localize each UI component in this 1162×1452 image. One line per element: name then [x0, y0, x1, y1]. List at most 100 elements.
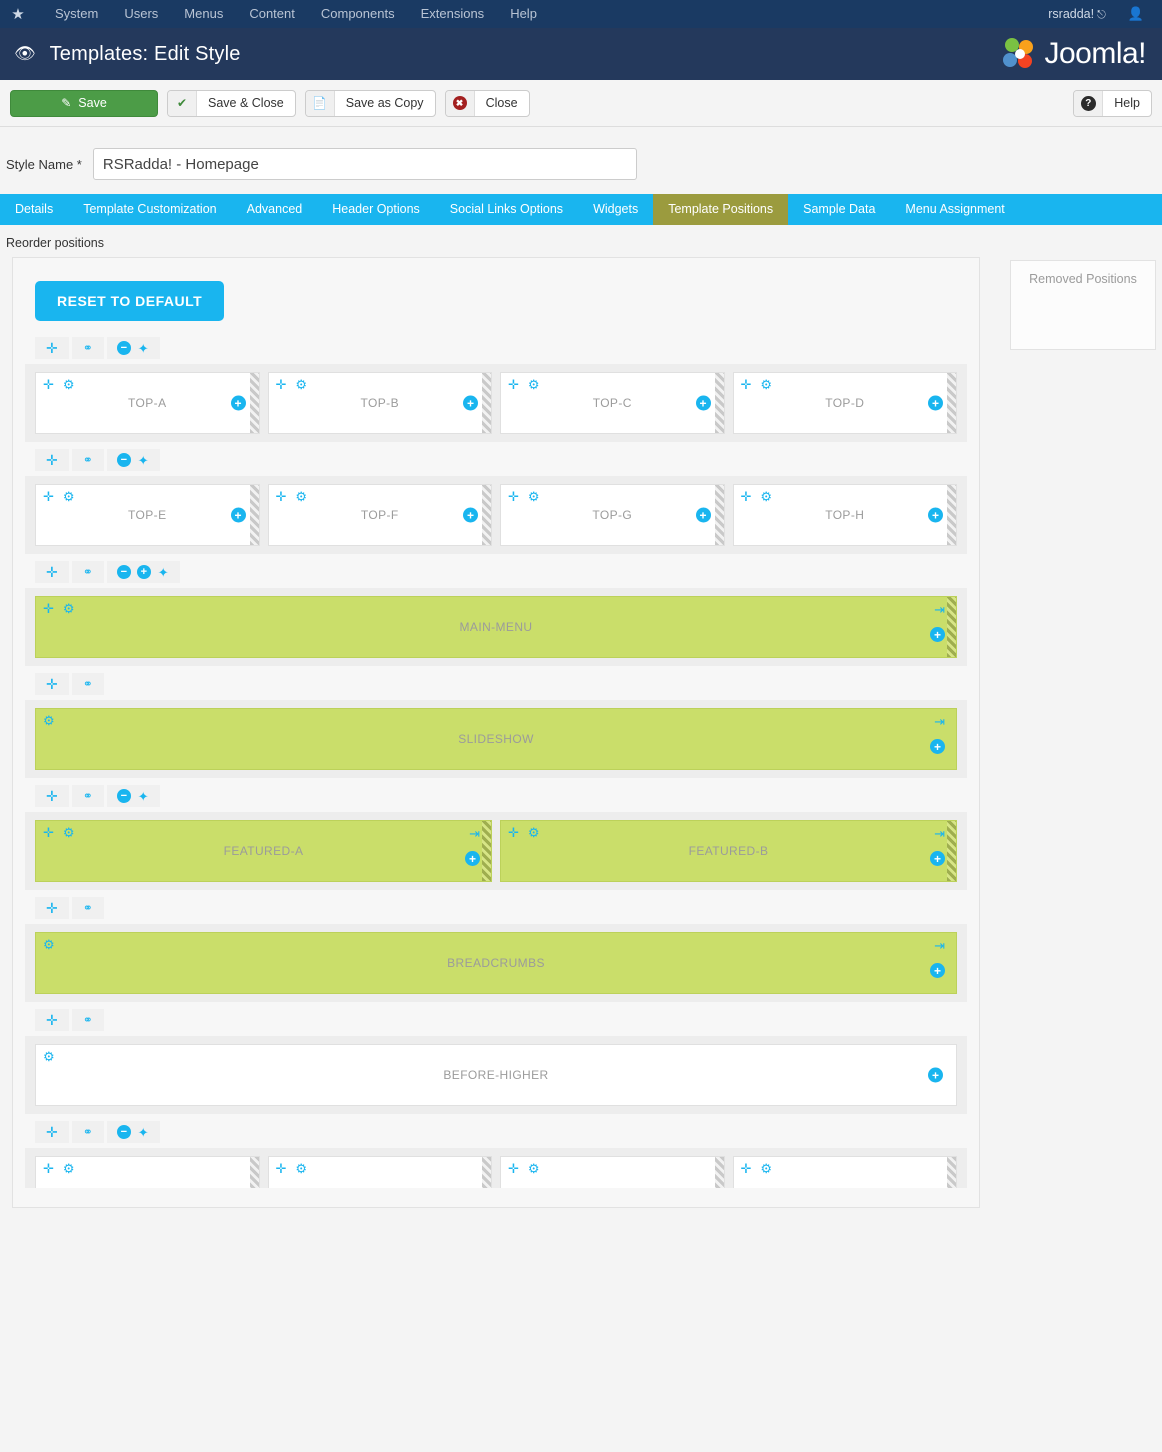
resize-handle-icon[interactable]: [947, 1157, 956, 1188]
minus-circle-icon[interactable]: −: [116, 789, 131, 803]
position-block-top-b[interactable]: ✛ ⚙ TOP-B +: [267, 372, 492, 434]
tab-advanced[interactable]: Advanced: [232, 194, 318, 225]
move-arrows-icon[interactable]: ✛: [46, 565, 58, 579]
joomla-icon[interactable]: ★: [8, 4, 28, 24]
position-block[interactable]: ✛ ⚙: [732, 1156, 957, 1188]
magic-wand-icon[interactable]: ✦: [138, 454, 149, 467]
magic-wand-icon[interactable]: ✦: [158, 566, 169, 579]
gear-icon[interactable]: ⚙: [43, 1050, 55, 1063]
position-block-main-menu[interactable]: ✛ ⚙ MAIN-MENU ⇥ +: [35, 596, 957, 658]
network-nodes-icon[interactable]: ⚭: [83, 1126, 93, 1138]
gear-icon[interactable]: ⚙: [63, 490, 75, 503]
gear-icon[interactable]: ⚙: [43, 714, 55, 727]
gear-icon[interactable]: ⚙: [760, 378, 772, 391]
plus-circle-icon[interactable]: +: [463, 507, 478, 523]
move-arrows-icon[interactable]: ✛: [741, 490, 752, 503]
move-arrows-icon[interactable]: ✛: [508, 378, 519, 391]
gear-icon[interactable]: ⚙: [528, 1162, 540, 1175]
plus-circle-icon[interactable]: +: [463, 395, 478, 411]
position-block-top-c[interactable]: ✛ ⚙ TOP-C +: [500, 372, 725, 434]
position-block[interactable]: ✛ ⚙: [267, 1156, 492, 1188]
position-block-top-a[interactable]: ✛ ⚙ TOP-A +: [35, 372, 260, 434]
move-arrows-icon[interactable]: ✛: [276, 378, 287, 391]
magic-wand-icon[interactable]: ✦: [138, 1126, 149, 1139]
tab-template-customization[interactable]: Template Customization: [68, 194, 231, 225]
gear-icon[interactable]: ⚙: [63, 826, 75, 839]
insert-module-icon[interactable]: ⇥: [469, 827, 480, 840]
help-button[interactable]: ? Help: [1073, 89, 1152, 117]
resize-handle-icon[interactable]: [249, 373, 259, 433]
move-arrows-icon[interactable]: ✛: [43, 602, 54, 615]
user-icon[interactable]: 👤: [1112, 6, 1152, 22]
network-nodes-icon[interactable]: ⚭: [83, 342, 93, 354]
current-user-link[interactable]: rsradda! ⎋: [1048, 7, 1112, 22]
move-arrows-icon[interactable]: ✛: [43, 378, 54, 391]
move-arrows-icon[interactable]: ✛: [46, 1013, 58, 1027]
move-arrows-icon[interactable]: ✛: [43, 826, 54, 839]
network-nodes-icon[interactable]: ⚭: [83, 902, 93, 914]
tab-menu-assignment[interactable]: Menu Assignment: [890, 194, 1019, 225]
save-button[interactable]: ✎ Save: [10, 89, 158, 117]
admin-menu-item-users[interactable]: Users: [111, 0, 171, 28]
network-nodes-icon[interactable]: ⚭: [83, 454, 93, 466]
plus-circle-icon[interactable]: +: [930, 627, 945, 642]
admin-menu-item-extensions[interactable]: Extensions: [408, 0, 498, 28]
removed-positions-panel[interactable]: Removed Positions: [1010, 260, 1156, 350]
insert-module-icon[interactable]: ⇥: [934, 939, 945, 952]
plus-circle-icon[interactable]: +: [930, 851, 945, 866]
resize-handle-icon[interactable]: [249, 485, 259, 545]
minus-circle-icon[interactable]: −: [116, 565, 131, 579]
tab-widgets[interactable]: Widgets: [578, 194, 653, 225]
gear-icon[interactable]: ⚙: [63, 378, 75, 391]
move-arrows-icon[interactable]: ✛: [46, 901, 58, 915]
tab-details[interactable]: Details: [0, 194, 68, 225]
plus-circle-icon[interactable]: +: [928, 395, 943, 411]
save-as-copy-button[interactable]: 📄 Save as Copy: [304, 89, 436, 117]
position-block-before-higher[interactable]: ⚙ BEFORE-HIGHER +: [35, 1044, 957, 1106]
move-arrows-icon[interactable]: ✛: [276, 490, 287, 503]
position-block-top-d[interactable]: ✛ ⚙ TOP-D +: [732, 372, 957, 434]
move-arrows-icon[interactable]: ✛: [741, 378, 752, 391]
resize-handle-icon[interactable]: [482, 1157, 491, 1188]
magic-wand-icon[interactable]: ✦: [138, 342, 149, 355]
resize-handle-icon[interactable]: [947, 373, 956, 433]
network-nodes-icon[interactable]: ⚭: [83, 790, 93, 802]
position-block[interactable]: ✛ ⚙: [35, 1156, 260, 1188]
minus-circle-icon[interactable]: −: [116, 453, 131, 467]
gear-icon[interactable]: ⚙: [63, 1162, 75, 1175]
plus-circle-icon[interactable]: +: [230, 395, 246, 411]
plus-circle-icon[interactable]: +: [928, 1067, 943, 1083]
plus-circle-icon[interactable]: +: [695, 507, 711, 523]
plus-circle-icon[interactable]: +: [930, 963, 945, 978]
gear-icon[interactable]: ⚙: [295, 490, 307, 503]
tab-social-links-options[interactable]: Social Links Options: [435, 194, 578, 225]
move-arrows-icon[interactable]: ✛: [508, 1162, 519, 1175]
resize-handle-icon[interactable]: [714, 373, 724, 433]
admin-menu-item-content[interactable]: Content: [236, 0, 308, 28]
gear-icon[interactable]: ⚙: [63, 602, 75, 615]
position-block-top-e[interactable]: ✛ ⚙ TOP-E +: [35, 484, 260, 546]
gear-icon[interactable]: ⚙: [760, 1162, 772, 1175]
minus-circle-icon[interactable]: −: [116, 341, 131, 355]
position-block-featured-b[interactable]: ✛ ⚙ FEATURED-B ⇥ +: [500, 820, 957, 882]
gear-icon[interactable]: ⚙: [43, 938, 55, 951]
plus-circle-icon[interactable]: +: [928, 507, 943, 523]
move-arrows-icon[interactable]: ✛: [43, 1162, 54, 1175]
admin-menu-item-system[interactable]: System: [42, 0, 111, 28]
position-block-breadcrumbs[interactable]: ⚙ BREADCRUMBS ⇥ +: [35, 932, 957, 994]
plus-circle-icon[interactable]: +: [695, 395, 711, 411]
style-name-input[interactable]: [92, 148, 637, 180]
gear-icon[interactable]: ⚙: [528, 826, 540, 839]
gear-icon[interactable]: ⚙: [295, 378, 307, 391]
close-button[interactable]: ✖ Close: [444, 89, 530, 117]
resize-handle-icon[interactable]: [714, 1157, 724, 1188]
save-and-close-button[interactable]: ✔ Save & Close: [167, 89, 296, 117]
gear-icon[interactable]: ⚙: [760, 490, 772, 503]
plus-circle-icon[interactable]: +: [136, 565, 151, 579]
magic-wand-icon[interactable]: ✦: [138, 790, 149, 803]
tab-header-options[interactable]: Header Options: [317, 194, 435, 225]
resize-handle-icon[interactable]: [947, 821, 956, 881]
gear-icon[interactable]: ⚙: [528, 378, 540, 391]
move-arrows-icon[interactable]: ✛: [46, 453, 58, 467]
resize-handle-icon[interactable]: [249, 1157, 259, 1188]
